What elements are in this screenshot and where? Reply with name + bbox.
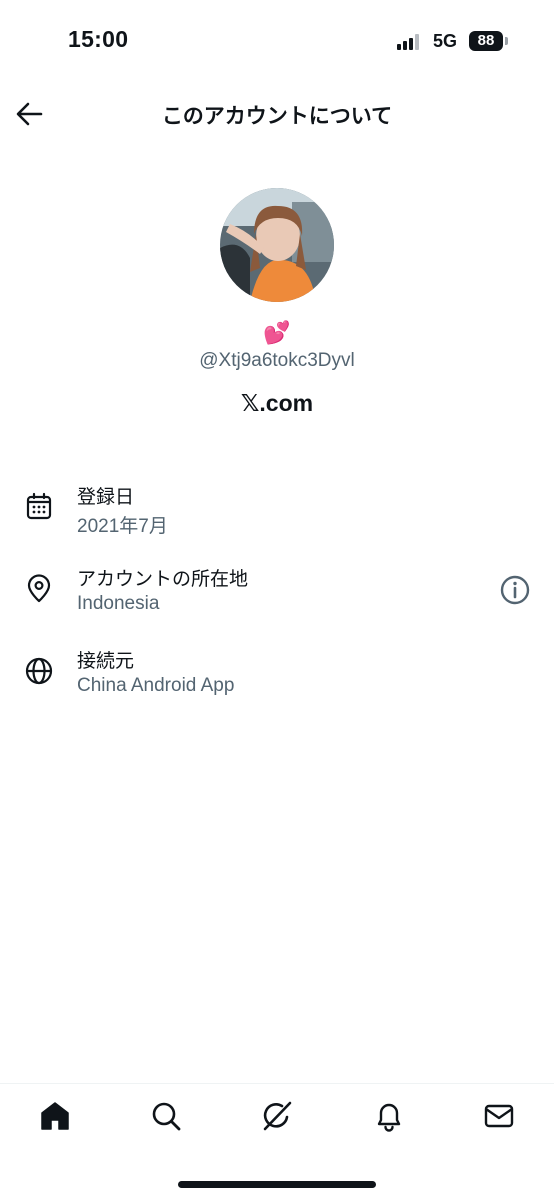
globe-icon bbox=[24, 656, 54, 686]
search-icon bbox=[152, 1102, 181, 1131]
display-name: 💕 bbox=[263, 320, 291, 345]
home-icon bbox=[41, 1102, 69, 1130]
grok-icon bbox=[263, 1101, 292, 1131]
info-icon bbox=[500, 575, 530, 605]
status-time: 15:00 bbox=[68, 26, 129, 52]
location-pin-icon bbox=[24, 574, 54, 604]
battery-icon: 88 bbox=[469, 31, 503, 51]
home-indicator bbox=[178, 1181, 376, 1188]
user-handle: @Xtj9a6tokc3Dyvl bbox=[199, 350, 355, 371]
calendar-icon bbox=[24, 492, 54, 522]
nav-divider bbox=[0, 1083, 554, 1084]
network-type: 5G bbox=[433, 31, 458, 51]
row-value-joined: 2021年7月 bbox=[77, 516, 168, 537]
row-value-connected: China Android App bbox=[77, 675, 235, 696]
messages-icon bbox=[484, 1104, 514, 1128]
page-title: このアカウントについて bbox=[161, 105, 393, 128]
battery-tip bbox=[505, 37, 508, 45]
row-title-connected: 接続元 bbox=[77, 651, 135, 672]
avatar[interactable] bbox=[220, 188, 334, 302]
info-button[interactable] bbox=[499, 574, 531, 606]
row-value-location: Indonesia bbox=[77, 593, 160, 614]
nav-search[interactable] bbox=[149, 1099, 183, 1133]
account-domain: 𝕏.com bbox=[240, 390, 314, 416]
nav-grok[interactable] bbox=[260, 1099, 294, 1133]
nav-home[interactable] bbox=[38, 1099, 72, 1133]
nav-notifications[interactable] bbox=[372, 1099, 406, 1133]
row-title-joined: 登録日 bbox=[77, 487, 135, 508]
nav-messages[interactable] bbox=[482, 1099, 516, 1133]
row-title-location: アカウントの所在地 bbox=[77, 569, 249, 590]
notifications-icon bbox=[377, 1103, 401, 1132]
signal-icon bbox=[397, 34, 423, 50]
